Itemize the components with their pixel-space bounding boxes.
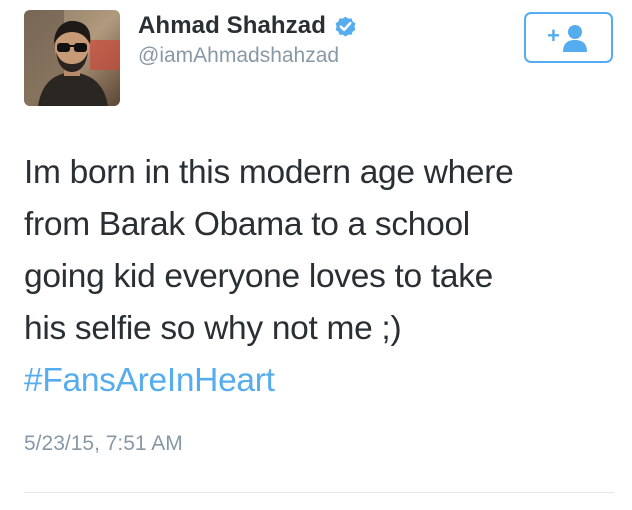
verified-badge-icon xyxy=(333,14,358,39)
tweet-text-line: from Barak Obama to a school xyxy=(24,206,470,243)
tweet-text-line: his selfie so why not me ;) xyxy=(24,310,402,347)
tweet-text: Im born in this modern age where from Ba… xyxy=(24,147,624,407)
user-handle[interactable]: @iamAhmadshahzad xyxy=(138,44,339,68)
avatar[interactable] xyxy=(24,10,120,106)
hashtag-link[interactable]: #FansAreInHeart xyxy=(24,355,624,407)
timestamp[interactable]: 5/23/15, 7:51 AM xyxy=(24,432,183,456)
follow-person-icon: + xyxy=(547,23,587,52)
profile-photo-icon xyxy=(24,10,120,106)
user-name[interactable]: Ahmad Shahzad xyxy=(138,12,326,40)
follow-button[interactable]: + xyxy=(524,12,613,63)
user-name-row: Ahmad Shahzad xyxy=(138,9,358,43)
tweet-text-line: going kid everyone loves to take xyxy=(24,258,494,295)
plus-glyph: + xyxy=(547,23,560,48)
tweet-text-line: Im born in this modern age where xyxy=(24,154,514,191)
tweet-card: Ahmad Shahzad @iamAhmadshahzad + Im born… xyxy=(0,0,632,510)
divider xyxy=(24,492,614,493)
